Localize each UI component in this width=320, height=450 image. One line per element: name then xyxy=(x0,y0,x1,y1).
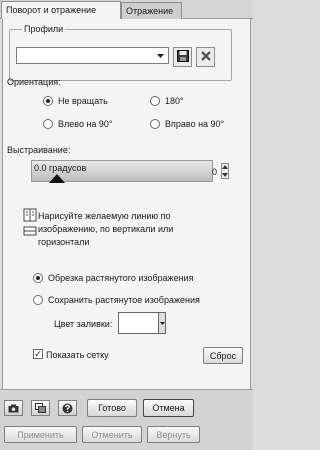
hint-line-3: горизонтали xyxy=(38,237,90,247)
chevron-down-icon xyxy=(154,49,167,62)
tab-rotate-flip[interactable]: Поворот и отражение xyxy=(1,1,121,19)
straighten-slider-thumb[interactable] xyxy=(49,174,65,183)
close-icon xyxy=(200,50,212,64)
radio-rotate-left-90-label: Влево на 90° xyxy=(58,119,113,129)
checkmark-icon: ✓ xyxy=(34,349,42,359)
reset-button[interactable]: Сброс xyxy=(203,347,243,364)
fill-color-dropdown[interactable] xyxy=(158,312,166,334)
radio-rotate-180-label: 180° xyxy=(165,96,184,106)
spinner-arrows-icon xyxy=(222,165,228,177)
straighten-label: Выстраивание: xyxy=(7,145,71,155)
compare-button[interactable] xyxy=(31,400,50,416)
radio-rotate-right-90-label: Вправо на 90° xyxy=(165,119,225,129)
hint-line-2: изображению, по вертикали или xyxy=(38,224,174,234)
compare-icon xyxy=(35,403,46,413)
radio-rotate-right-90[interactable] xyxy=(150,119,160,129)
draw-horizontal-icon xyxy=(23,225,37,239)
profiles-legend: Профили xyxy=(22,24,66,34)
redo-button-label: Вернуть xyxy=(156,429,191,440)
radio-crop-stretched-label: Обрезка растянутого изображения xyxy=(48,273,194,283)
orientation-label: Ориентация: xyxy=(7,77,61,87)
radio-no-rotate-label: Не вращать xyxy=(58,96,108,106)
reset-button-label: Сброс xyxy=(209,350,237,361)
show-grid-checkbox[interactable]: ✓ xyxy=(33,349,43,359)
apply-button-label: Применить xyxy=(17,429,64,440)
cancel-button[interactable]: Отмена xyxy=(143,399,194,417)
hint-line-1: Нарисуйте желаемую линию по xyxy=(38,211,171,221)
camera-icon xyxy=(8,404,19,412)
profiles-group: Профили xyxy=(9,24,232,81)
delete-profile-button[interactable] xyxy=(196,47,215,67)
ok-button[interactable]: Готово xyxy=(87,399,137,417)
tab-strip: Поворот и отражение Отражение xyxy=(0,0,253,19)
radio-keep-stretched[interactable] xyxy=(33,295,43,305)
fill-color-swatch[interactable] xyxy=(118,312,159,334)
fill-color-label: Цвет заливки: xyxy=(54,319,113,329)
apply-button[interactable]: Применить xyxy=(4,426,77,443)
tab-flip-label: Отражение xyxy=(126,6,174,16)
tab-flip[interactable]: Отражение xyxy=(121,2,182,19)
radio-no-rotate[interactable] xyxy=(43,96,53,106)
straighten-slider-text: 0.0 градусов xyxy=(34,163,87,173)
settings-panel: Профили Ориентация: Не вращать 180° Влев… xyxy=(2,19,251,389)
radio-crop-stretched[interactable] xyxy=(33,273,43,283)
redo-button[interactable]: Вернуть xyxy=(147,426,200,443)
straighten-value: 0 xyxy=(212,167,218,177)
straighten-spinner[interactable] xyxy=(221,163,229,179)
save-icon xyxy=(176,50,189,64)
tab-rotate-flip-label: Поворот и отражение xyxy=(6,5,97,15)
show-grid-label: Показать сетку xyxy=(46,350,109,360)
radio-rotate-180[interactable] xyxy=(150,96,160,106)
undo-button[interactable]: Отменить xyxy=(82,426,142,443)
chevron-down-icon xyxy=(159,321,165,325)
help-button[interactable] xyxy=(58,400,77,416)
profiles-dropdown[interactable] xyxy=(16,47,169,64)
footer-bar: Готово Отмена Применить Отменить Вернуть xyxy=(0,389,253,450)
help-icon xyxy=(62,403,73,413)
radio-keep-stretched-label: Сохранить растянутое изображения xyxy=(48,295,200,305)
radio-rotate-left-90[interactable] xyxy=(43,119,53,129)
cancel-button-label: Отмена xyxy=(152,403,185,413)
draw-line-icon xyxy=(23,208,37,224)
ok-button-label: Готово xyxy=(98,403,126,413)
undo-button-label: Отменить xyxy=(91,429,133,440)
camera-button[interactable] xyxy=(4,400,23,416)
save-profile-button[interactable] xyxy=(173,47,192,67)
